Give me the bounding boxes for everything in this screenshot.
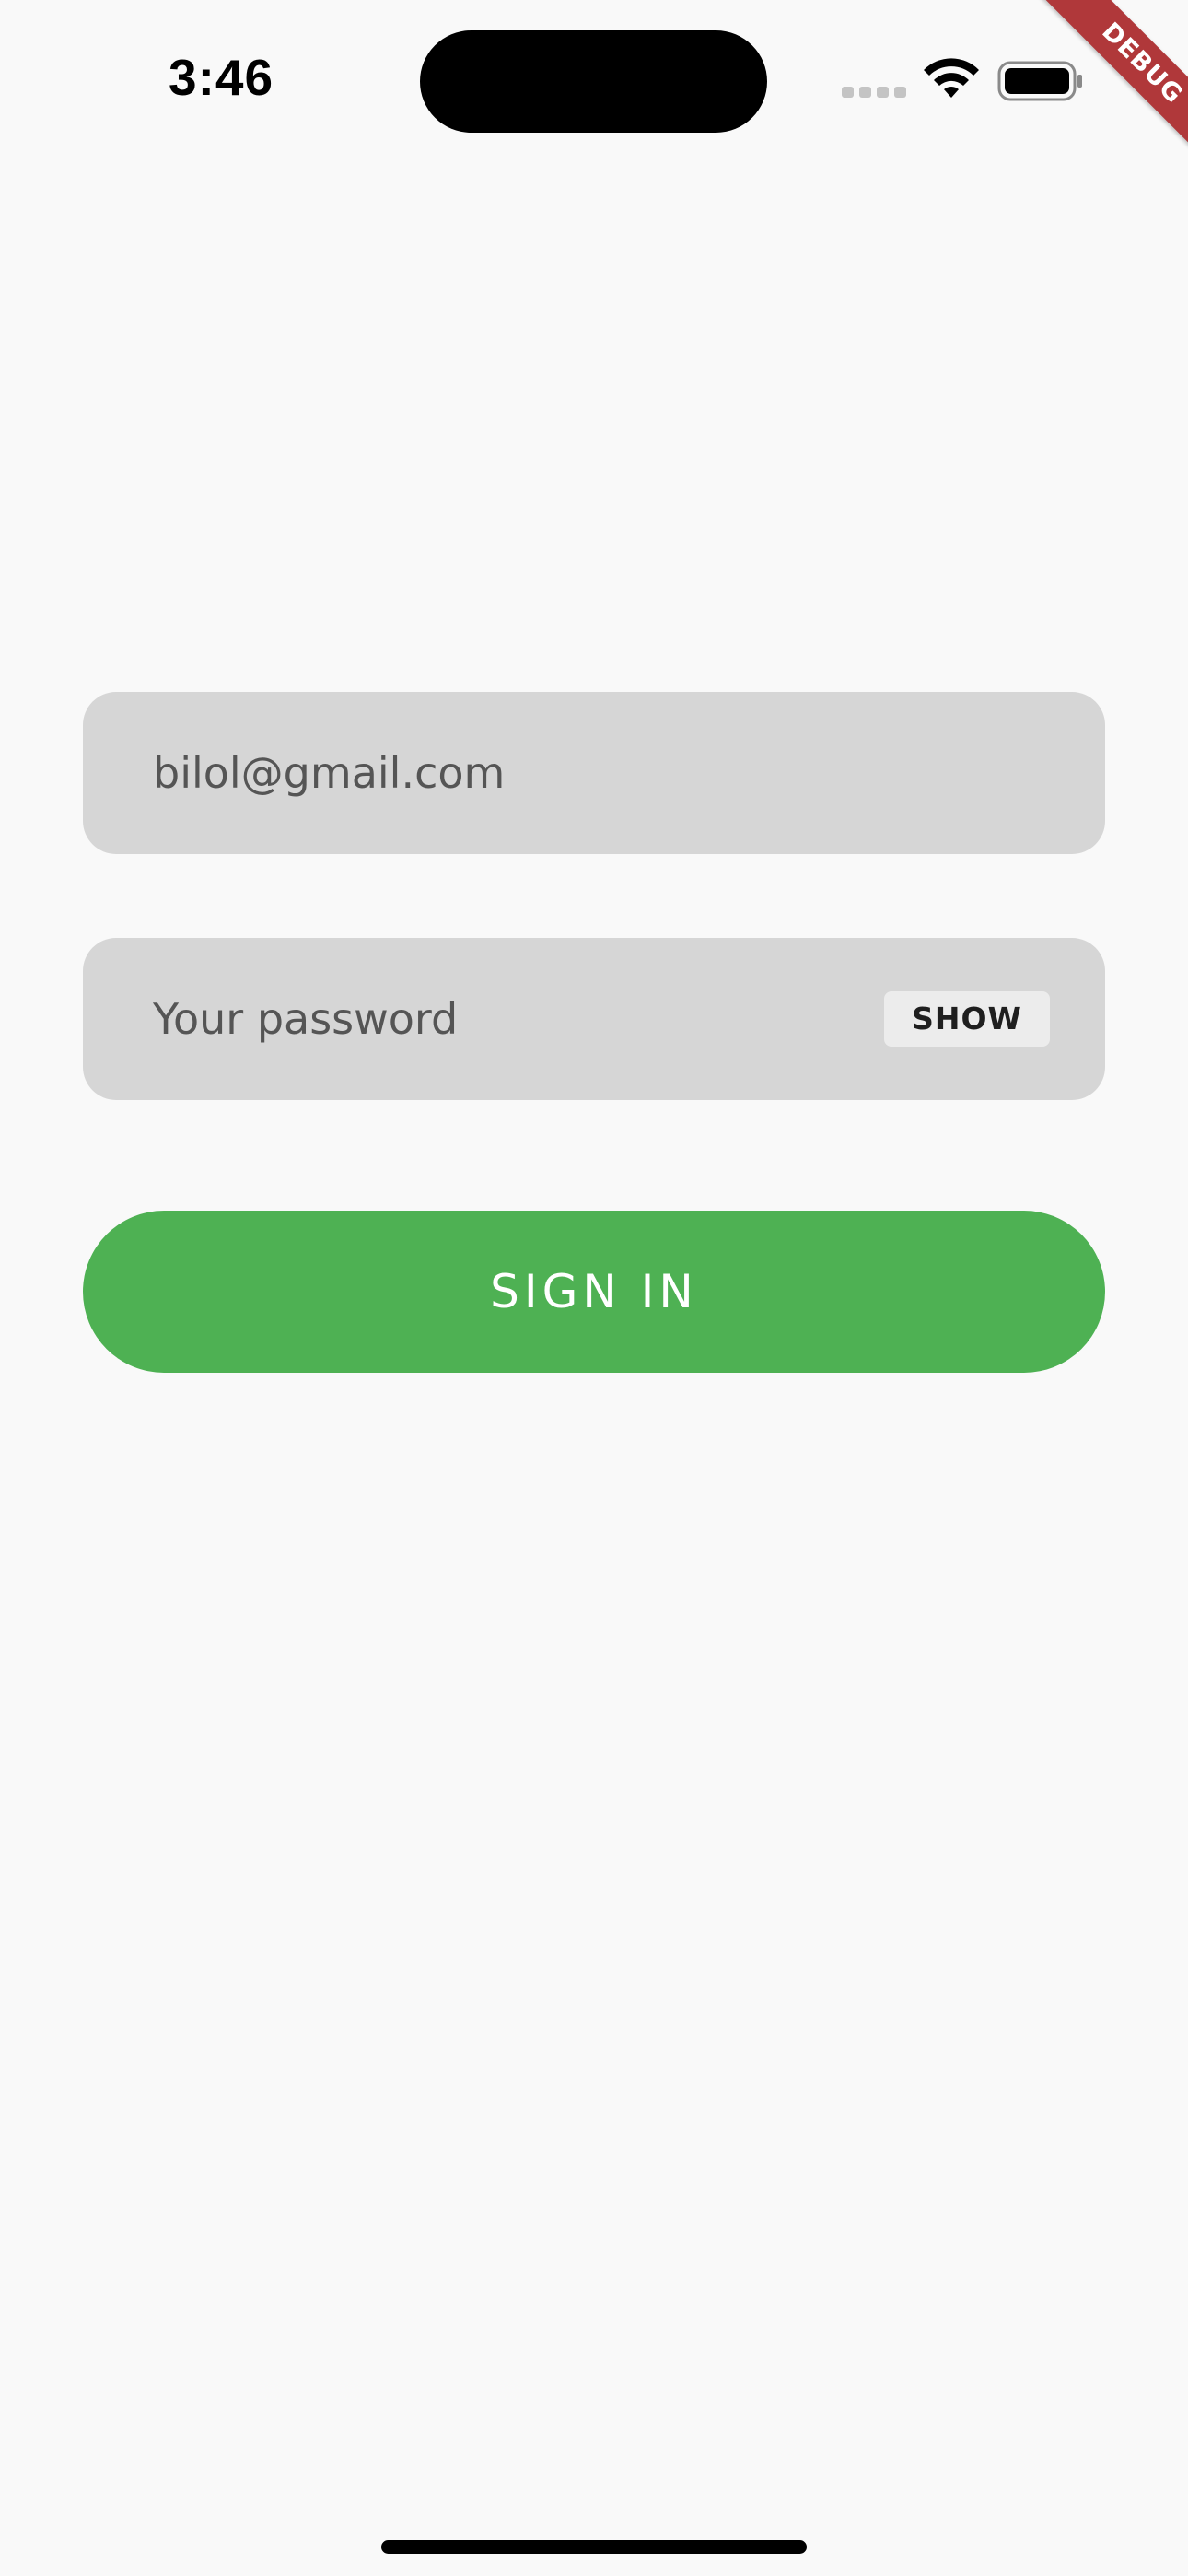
- login-screen: 3:46 DEBUG bilol@gmail.com Your password…: [0, 0, 1188, 2576]
- wifi-icon: [924, 58, 979, 98]
- status-time: 3:46: [169, 49, 274, 106]
- home-indicator[interactable]: [381, 2540, 807, 2554]
- password-field[interactable]: Your password SHOW: [83, 938, 1105, 1100]
- signal-icon: [842, 87, 906, 98]
- email-field[interactable]: bilol@gmail.com: [83, 692, 1105, 854]
- password-placeholder: Your password: [153, 994, 459, 1044]
- sign-in-button[interactable]: SIGN IN: [83, 1211, 1105, 1373]
- email-value: bilol@gmail.com: [153, 748, 506, 798]
- battery-icon: [997, 61, 1082, 101]
- dynamic-island: [420, 30, 767, 133]
- show-password-button[interactable]: SHOW: [884, 991, 1050, 1047]
